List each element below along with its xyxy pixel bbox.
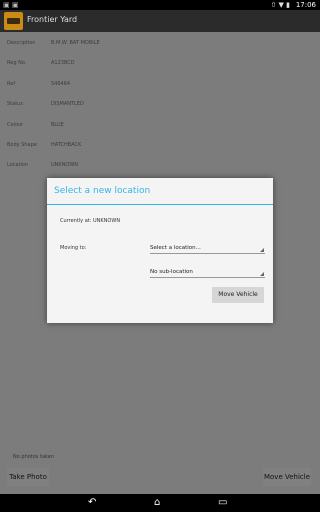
- sublocation-spinner[interactable]: No sub-location: [150, 267, 265, 278]
- dropdown-triangle-icon: [260, 272, 264, 276]
- home-icon[interactable]: ⌂: [154, 496, 160, 510]
- dialog-move-vehicle-button[interactable]: Move Vehicle: [212, 287, 264, 303]
- location-spinner[interactable]: Select a location...: [150, 243, 265, 254]
- action-bar: Frontier Yard: [0, 10, 320, 32]
- back-icon[interactable]: ↶: [88, 496, 96, 510]
- current-location-text: Currently at: UNKNOWN: [60, 218, 121, 224]
- app-title: Frontier Yard: [27, 15, 78, 24]
- dialog-title: Select a new location: [54, 186, 151, 196]
- sublocation-spinner-value: No sub-location: [150, 269, 193, 275]
- location-dialog: Select a new location Currently at: UNKN…: [47, 178, 273, 323]
- navigation-bar: ↶ ⌂ ▭: [0, 494, 320, 512]
- moving-to-label: Moving to:: [60, 245, 87, 251]
- status-icons: ⇧ ▼ ▮: [270, 1, 290, 9]
- clock: 17:06: [295, 1, 316, 9]
- dropdown-triangle-icon: [260, 248, 264, 252]
- status-bar: ▣ ▣ ⇧ ▼ ▮ 17:06: [0, 0, 320, 10]
- notification-icons: ▣ ▣: [3, 1, 19, 9]
- recents-icon[interactable]: ▭: [218, 496, 227, 510]
- app-icon[interactable]: [4, 12, 23, 30]
- dialog-divider: [47, 204, 273, 205]
- location-spinner-value: Select a location...: [150, 245, 201, 251]
